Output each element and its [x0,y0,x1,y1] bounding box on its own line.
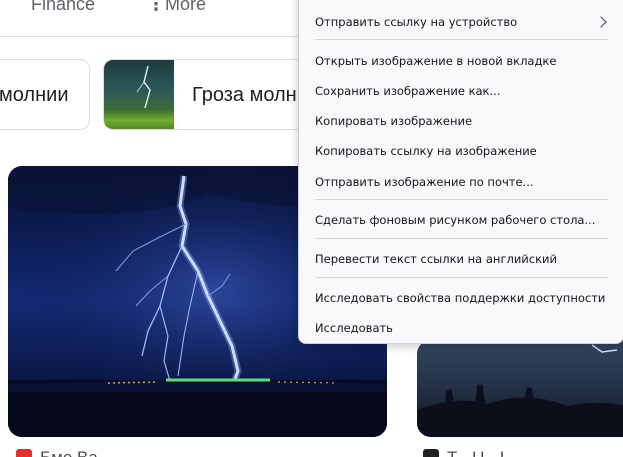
menu-item-save-image-as[interactable]: Сохранить изображение как... [315,84,500,98]
menu-separator [315,199,608,200]
tab-finance[interactable]: Finance [31,0,95,15]
chip-thumbnail [104,60,174,129]
image-result-storm[interactable] [417,340,623,437]
chip-label: Гроза молн [192,84,297,106]
context-menu: Отправить ссылку на устройство Открыть и… [298,0,623,344]
menu-item-email-image[interactable]: Отправить изображение по почте... [315,175,534,189]
related-search-chip[interactable]: молнии [0,59,90,130]
menu-item-inspect-accessibility[interactable]: Исследовать свойства поддержки доступнос… [315,291,605,305]
result-source[interactable]: T - U - I - [423,448,515,457]
menu-item-translate-link-text[interactable]: Перевести текст ссылки на английский [315,252,557,266]
menu-item-copy-image[interactable]: Копировать изображение [315,114,472,128]
menu-item-copy-image-link[interactable]: Копировать ссылку на изображение [315,144,537,158]
storm-image [417,344,623,437]
more-vertical-icon: ⋮ [147,0,165,14]
tab-more-label: More [165,0,207,14]
site-favicon-icon [423,449,439,457]
chip-label: молнии [0,84,69,106]
menu-item-open-image-new-tab[interactable]: Открыть изображение в новой вкладке [315,54,556,68]
result-source-label: T - U - I - [447,448,515,457]
menu-separator [315,39,608,40]
menu-separator [315,277,608,278]
menu-item-send-link-to-device[interactable]: Отправить ссылку на устройство [315,15,517,29]
thunderstorm-thumbnail [136,65,151,109]
menu-separator [315,238,608,239]
chevron-right-icon [595,16,607,28]
menu-item-set-desktop-background[interactable]: Сделать фоновым рисунком рабочего стола.… [315,213,595,227]
result-source-label: Бмо Ва [40,448,98,457]
tab-more[interactable]: ⋮More [147,0,206,15]
site-favicon-icon [16,449,32,457]
result-source[interactable]: Бмо Ва [16,448,98,457]
menu-item-inspect[interactable]: Исследовать [315,321,393,335]
